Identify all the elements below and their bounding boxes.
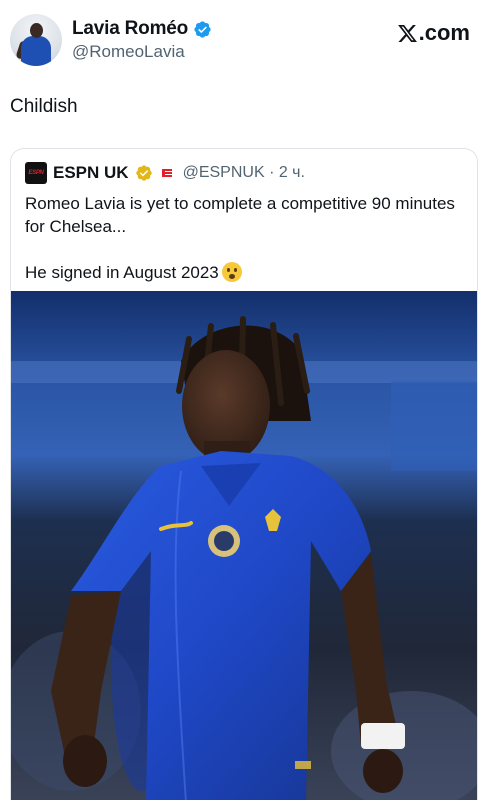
quoted-tweet-photo[interactable] <box>11 291 478 800</box>
surprised-face-emoji-icon <box>221 262 242 282</box>
quoted-author-name[interactable]: ESPN UK <box>53 163 129 183</box>
avatar-head <box>30 23 43 38</box>
espn-logo-icon[interactable]: ESPN <box>25 162 47 184</box>
x-brand: .com <box>397 20 470 46</box>
x-logo-icon <box>397 24 417 42</box>
quoted-text-line-2: He signed in August 2023 <box>25 261 455 284</box>
x-brand-domain: .com <box>418 20 470 45</box>
avatar-body <box>21 36 51 66</box>
tweet-header: Lavia Roméo @RomeoLavia .com <box>0 0 488 80</box>
tweet-text: Childish <box>10 96 78 117</box>
verified-badge-icon <box>194 20 211 38</box>
author-name-row: Lavia Roméo <box>72 18 212 40</box>
author-avatar[interactable] <box>10 14 62 66</box>
gold-verified-badge-icon <box>135 165 152 181</box>
quoted-tweet-card[interactable]: ESPN ESPN UK @ESPNUK · 2 ч. Romeo Lavia … <box>10 148 478 800</box>
espn-affiliate-icon <box>161 169 172 177</box>
author-display-name[interactable]: Lavia Roméo <box>72 18 188 40</box>
quoted-tweet-text: Romeo Lavia is yet to complete a competi… <box>25 192 455 284</box>
quoted-handle-time: @ESPNUK · 2 ч. <box>182 164 305 181</box>
quoted-tweet-header: ESPN ESPN UK @ESPNUK · 2 ч. <box>25 162 305 184</box>
author-handle[interactable]: @RomeoLavia <box>72 42 185 62</box>
quoted-text-line-1: Romeo Lavia is yet to complete a competi… <box>25 194 455 236</box>
